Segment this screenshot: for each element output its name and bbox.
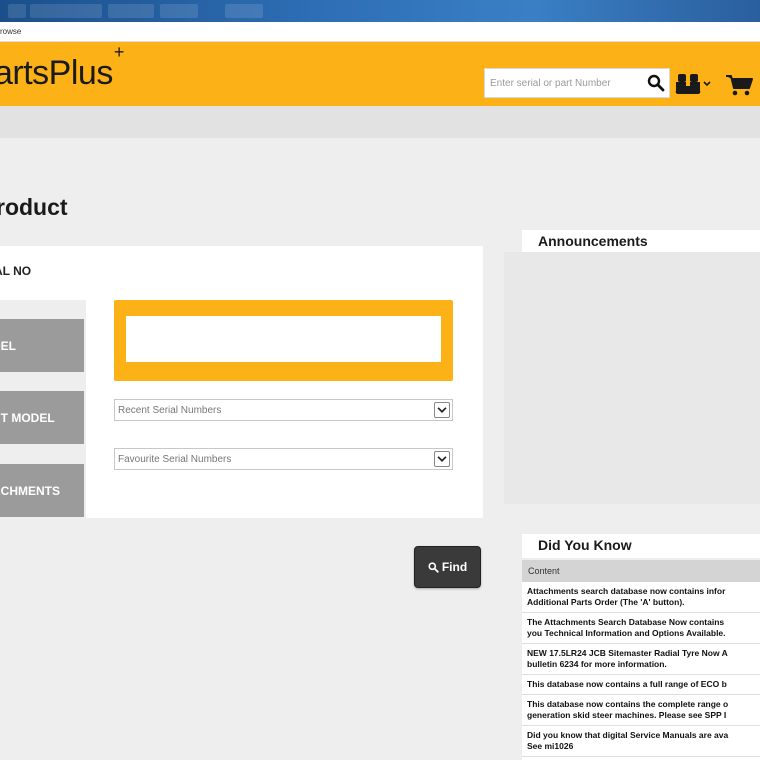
recent-serial-select-value: Recent Serial Numbers (118, 405, 222, 416)
address-text: rowse (0, 27, 22, 36)
taskbar-item[interactable] (30, 4, 102, 18)
did-you-know-column-header: Content (522, 560, 760, 582)
tab-current-model-label: NT MODEL (0, 410, 55, 425)
chevron-down-icon (434, 402, 450, 418)
content-column-label: Content (528, 566, 560, 576)
list-item[interactable]: The Attachments Search Database Now cont… (522, 613, 760, 644)
list-item[interactable]: Attachments search database now contains… (522, 582, 760, 613)
favourite-serial-select-value: Favourite Serial Numbers (118, 454, 232, 465)
find-button[interactable]: Find (414, 546, 481, 588)
site-header: artsPlus+ (0, 42, 760, 106)
announcements-title: Announcements (538, 233, 648, 249)
tab-current-model[interactable]: NT MODEL (0, 391, 84, 444)
tab-attachments[interactable]: ACHMENTS (0, 464, 84, 517)
partsplus-logo[interactable]: artsPlus+ (0, 42, 124, 93)
list-item[interactable]: Did you know that digital Service Manual… (522, 726, 760, 757)
announcements-content (504, 252, 760, 504)
page-title: roduct (0, 194, 68, 220)
chevron-down-icon (434, 451, 450, 467)
serial-number-box (114, 300, 453, 381)
sub-navigation-bar (0, 106, 760, 138)
taskbar-item[interactable] (8, 4, 26, 18)
part-search-input[interactable] (485, 69, 645, 97)
taskbar-item[interactable] (108, 4, 154, 18)
logo-plus-mark: + (113, 41, 125, 62)
list-item[interactable]: NEW 17.5LR24 JCB Sitemaster Radial Tyre … (522, 644, 760, 675)
tab-model[interactable]: DEL (0, 319, 84, 372)
taskbar-item[interactable] (225, 4, 263, 18)
tab-attachments-label: ACHMENTS (0, 483, 60, 498)
search-icon[interactable] (647, 74, 665, 92)
did-you-know-list: Attachments search database now contains… (522, 582, 760, 760)
tab-model-label: DEL (0, 338, 16, 353)
browser-address-bar[interactable]: rowse (0, 22, 760, 42)
favourite-serial-select[interactable]: Favourite Serial Numbers (114, 448, 453, 470)
announcements-header: Announcements (522, 230, 760, 252)
recent-serial-select[interactable]: Recent Serial Numbers (114, 399, 453, 421)
did-you-know-title: Did You Know (538, 537, 632, 553)
search-icon (428, 561, 439, 573)
logo-text: artsPlus (0, 54, 113, 92)
list-item[interactable]: This database now contains the complete … (522, 695, 760, 726)
os-taskbar (0, 0, 760, 22)
serial-number-input[interactable] (126, 316, 441, 362)
taskbar-item[interactable] (160, 4, 198, 18)
part-search-box (484, 68, 670, 98)
cart-icon[interactable] (724, 70, 754, 98)
serial-no-label: AL NO (0, 264, 32, 278)
did-you-know-header: Did You Know (522, 534, 760, 558)
find-button-label: Find (441, 560, 468, 574)
binoculars-icon[interactable] (674, 70, 714, 98)
list-item[interactable]: This database now contains a full range … (522, 675, 760, 695)
